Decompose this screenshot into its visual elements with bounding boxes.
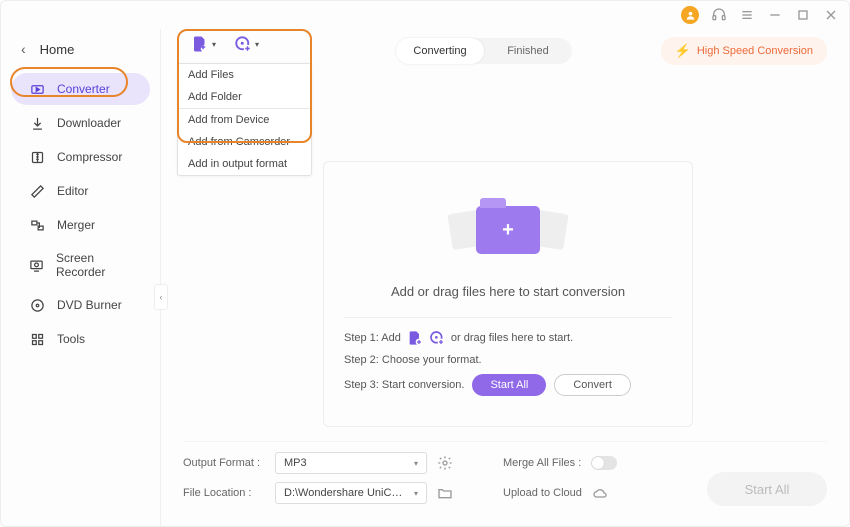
home-label: Home [40, 42, 75, 57]
tools-icon [29, 331, 45, 347]
add-disc-icon [234, 35, 252, 53]
high-speed-conversion-button[interactable]: ⚡ High Speed Conversion [661, 37, 827, 65]
home-back-row[interactable]: ‹ Home [1, 33, 160, 71]
dvd-burner-icon [29, 297, 45, 313]
editor-icon [29, 183, 45, 199]
sidebar-item-dvd-burner[interactable]: DVD Burner [11, 289, 150, 321]
sidebar-item-label: Tools [57, 332, 85, 346]
screen-recorder-icon [29, 257, 44, 273]
tab-converting[interactable]: Converting [396, 38, 484, 64]
menu-item[interactable]: Add from Device [178, 108, 311, 131]
sidebar-item-downloader[interactable]: Downloader [11, 107, 150, 139]
sidebar-item-label: Screen Recorder [56, 251, 132, 279]
folder-open-icon[interactable] [437, 485, 453, 501]
menu-item[interactable]: Add Files [178, 64, 311, 86]
sidebar-item-label: DVD Burner [57, 298, 122, 312]
high-speed-label: High Speed Conversion [697, 45, 813, 57]
convert-button[interactable]: Convert [554, 374, 631, 396]
menu-item[interactable]: Add Folder [178, 86, 311, 108]
output-format-select[interactable]: MP3▾ [275, 452, 427, 474]
step-2: Step 2: Choose your format. [344, 354, 672, 366]
converter-icon [29, 81, 45, 97]
menu-icon[interactable] [739, 7, 755, 23]
minimize-icon[interactable] [767, 7, 783, 23]
sidebar-item-merger[interactable]: Merger [11, 209, 150, 241]
headset-icon[interactable] [711, 7, 727, 23]
output-format-label: Output Format : [183, 457, 265, 469]
gear-icon[interactable] [437, 455, 453, 471]
start-all-main-button[interactable]: Start All [707, 472, 827, 506]
file-location-select[interactable]: D:\Wondershare UniConverter 1▾ [275, 482, 427, 504]
add-disc-icon [429, 330, 445, 346]
close-icon[interactable] [823, 7, 839, 23]
sidebar: ‹ Home Converter Downloader Compressor Edit… [1, 29, 161, 526]
drop-zone-title: Add or drag files here to start conversi… [344, 284, 672, 299]
cloud-icon[interactable] [592, 485, 608, 501]
sidebar-item-label: Downloader [57, 116, 121, 130]
add-dropdown-menu: Add FilesAdd FolderAdd from DeviceAdd fr… [177, 63, 312, 176]
sidebar-item-label: Editor [57, 184, 88, 198]
sidebar-item-tools[interactable]: Tools [11, 323, 150, 355]
sidebar-item-compressor[interactable]: Compressor [11, 141, 150, 173]
downloader-icon [29, 115, 45, 131]
sidebar-item-converter[interactable]: Converter [11, 73, 150, 105]
compressor-icon [29, 149, 45, 165]
maximize-icon[interactable] [795, 7, 811, 23]
file-location-label: File Location : [183, 487, 265, 499]
add-disc-button[interactable]: ▾ [234, 35, 259, 53]
folder-plus-icon: + [476, 206, 540, 254]
sidebar-item-label: Compressor [57, 150, 122, 164]
step-3: Step 3: Start conversion. Start All Conv… [344, 374, 672, 396]
bolt-icon: ⚡ [675, 43, 691, 59]
sidebar-item-editor[interactable]: Editor [11, 175, 150, 207]
start-all-button[interactable]: Start All [472, 374, 546, 396]
chevron-left-icon: ‹ [21, 41, 26, 57]
drop-zone-graphic: + [344, 186, 672, 274]
merge-label: Merge All Files : [503, 457, 581, 469]
user-avatar-icon[interactable] [681, 6, 699, 24]
add-file-icon [407, 330, 423, 346]
sidebar-item-screen-recorder[interactable]: Screen Recorder [11, 243, 150, 287]
status-tabs: Converting Finished [396, 38, 572, 64]
sidebar-item-label: Merger [57, 218, 95, 232]
add-file-icon [191, 35, 209, 53]
menu-item[interactable]: Add from Camcorder [178, 131, 311, 153]
merger-icon [29, 217, 45, 233]
caret-down-icon: ▾ [255, 40, 259, 49]
add-file-button[interactable]: ▾ [191, 35, 216, 53]
merge-toggle[interactable] [591, 456, 617, 470]
drop-zone[interactable]: + Add or drag files here to start conver… [323, 161, 693, 427]
sidebar-item-label: Converter [57, 82, 110, 96]
step-1: Step 1: Add or drag files here to start. [344, 330, 672, 346]
upload-cloud-label: Upload to Cloud [503, 487, 582, 499]
tab-finished[interactable]: Finished [484, 38, 572, 64]
caret-down-icon: ▾ [212, 40, 216, 49]
menu-item[interactable]: Add in output format [178, 153, 311, 175]
